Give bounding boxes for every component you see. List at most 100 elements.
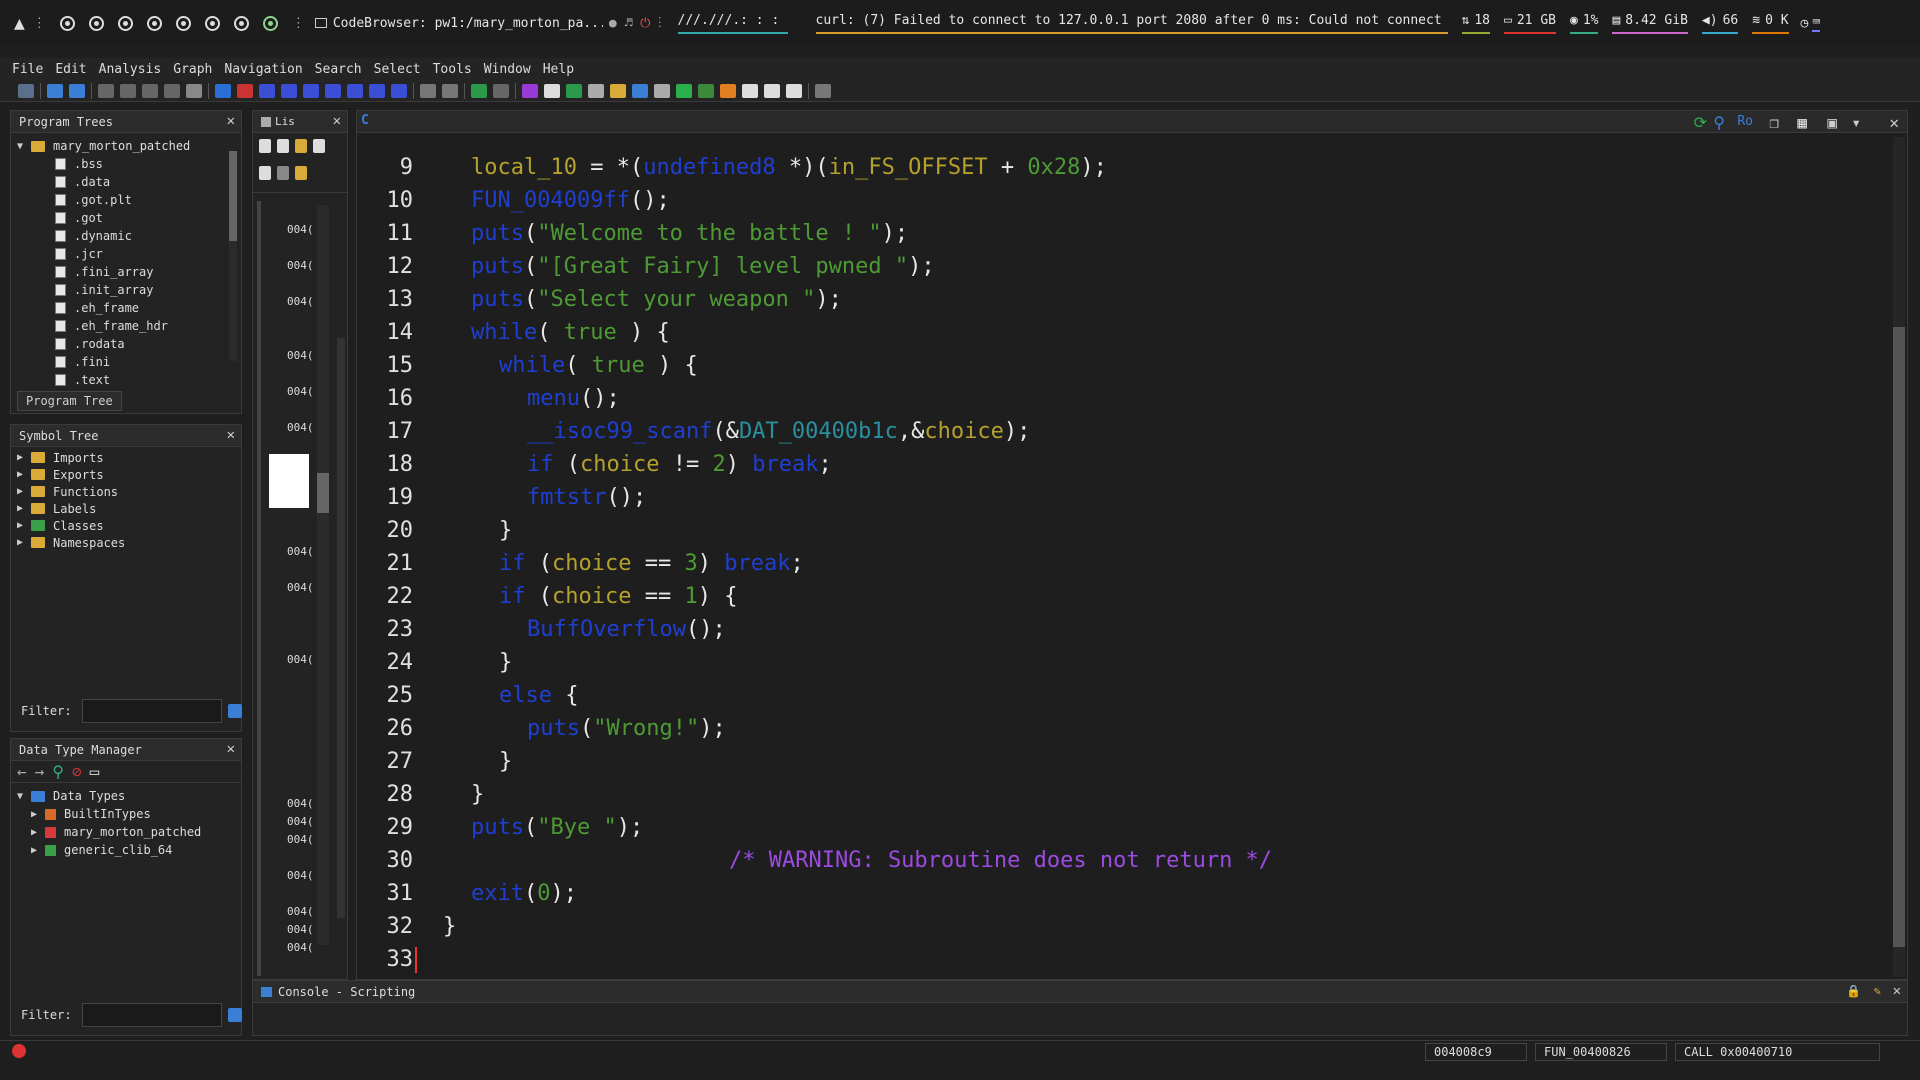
listing-address[interactable]: 004( — [287, 349, 314, 362]
set-data-icon[interactable] — [281, 83, 297, 98]
tree-item[interactable]: ▶ generic_clib_64 — [17, 841, 241, 859]
symbol-filter-input[interactable] — [81, 699, 222, 723]
close-icon[interactable]: ✕ — [227, 113, 235, 129]
code-line[interactable]: 30 /* WARNING: Subroutine does not return… — [357, 844, 1887, 877]
menu-window[interactable]: Window — [484, 62, 531, 77]
listing-scrollbar[interactable] — [317, 205, 329, 945]
close-icon[interactable]: ✕ — [1893, 983, 1901, 999]
code-line[interactable]: 29 puts("Bye "); — [357, 811, 1887, 844]
code-line[interactable]: 12 puts("[Great Fairy] level pwned "); — [357, 250, 1887, 283]
forward-icon[interactable]: → — [35, 762, 45, 781]
workspace-3-icon[interactable] — [117, 15, 133, 31]
tree-item[interactable]: ▶ Namespaces — [17, 534, 241, 551]
workspace-4-icon[interactable] — [146, 15, 162, 31]
chevron-right-icon[interactable]: ▶ — [31, 809, 45, 820]
scrollbar[interactable] — [229, 151, 237, 361]
tree-item[interactable]: ▶ Imports — [17, 449, 241, 466]
listing-address[interactable]: 004( — [287, 223, 314, 236]
terminal-icon[interactable] — [698, 83, 714, 98]
code-line[interactable]: 14 while( true ) { — [357, 316, 1887, 349]
set-function-icon[interactable] — [347, 83, 363, 98]
chevron-right-icon[interactable]: ▶ — [17, 503, 31, 514]
set-volatile-icon[interactable] — [369, 83, 385, 98]
export-icon[interactable]: ▦ — [1797, 113, 1807, 132]
tree-item[interactable]: .fini — [17, 353, 241, 371]
decompile-icon[interactable] — [632, 83, 648, 98]
close-icon[interactable]: ✕ — [333, 113, 341, 129]
panel-title[interactable]: Console - Scripting — [278, 985, 415, 999]
tree-item[interactable]: .rodata — [17, 335, 241, 353]
tree-item[interactable]: ▶ Classes — [17, 517, 241, 534]
tree-item[interactable]: .data — [17, 173, 241, 191]
set-label-icon[interactable] — [325, 83, 341, 98]
plugin-icon[interactable] — [815, 83, 831, 98]
workspace-5-icon[interactable] — [175, 15, 191, 31]
forward-icon[interactable] — [69, 83, 85, 98]
nav-function-icon[interactable] — [142, 83, 158, 98]
bytes-icon[interactable] — [588, 83, 604, 98]
code-line[interactable]: 23 BuffOverflow(); — [357, 613, 1887, 646]
call-tree-icon[interactable] — [654, 83, 670, 98]
chevron-right-icon[interactable]: ▶ — [31, 827, 45, 838]
listing-address[interactable]: 004( — [287, 653, 314, 666]
copy-icon[interactable] — [259, 139, 271, 153]
snapshot-icon[interactable] — [259, 165, 271, 180]
decompiled-code[interactable]: 9 local_10 = *(undefined8 *)(in_FS_OFFSET… — [357, 151, 1887, 976]
chevron-right-icon[interactable]: ▶ — [17, 452, 31, 463]
tree-item[interactable]: .fini_array — [17, 263, 241, 281]
tree-item[interactable]: .got.plt — [17, 191, 241, 209]
paste-icon[interactable] — [277, 139, 289, 153]
lock-icon[interactable]: 🔒 — [1846, 984, 1861, 998]
set-byte-icon[interactable] — [391, 83, 407, 98]
listing-address[interactable]: 004( — [287, 259, 314, 272]
tree-item[interactable]: .eh_frame — [17, 299, 241, 317]
chevron-down-icon[interactable]: ▼ — [17, 141, 31, 152]
field-edit-icon[interactable] — [313, 139, 325, 153]
listing-address[interactable]: 004( — [287, 941, 314, 954]
menu-help[interactable]: Help — [543, 62, 574, 77]
close-icon[interactable]: ✕ — [227, 427, 235, 443]
workspace-8-icon[interactable] — [262, 15, 278, 31]
listing-address[interactable]: 004( — [287, 869, 314, 882]
listing-address[interactable]: 004( — [287, 421, 314, 434]
code-line[interactable]: 15 while( true ) { — [357, 349, 1887, 382]
chevron-down-icon[interactable]: ▼ — [17, 791, 31, 802]
code-line[interactable]: 32} — [357, 910, 1887, 943]
filter-options-icon[interactable] — [227, 1008, 242, 1022]
window-title[interactable]: CodeBrowser: pw1:/mary_morton_pa... — [333, 16, 603, 31]
bookmark-icon[interactable] — [720, 83, 736, 98]
workspace-1-icon[interactable] — [59, 15, 75, 31]
menu-dots-icon[interactable]: ⋮ — [33, 16, 46, 31]
listing-address[interactable]: 004( — [287, 923, 314, 936]
clear-icon[interactable]: ✎ — [1874, 984, 1881, 998]
listing-address[interactable]: 004( — [287, 385, 314, 398]
run-icon[interactable] — [676, 83, 692, 98]
refresh-icon[interactable]: ⟳ — [1694, 113, 1707, 132]
cursor-icon[interactable] — [295, 139, 307, 153]
code-line[interactable]: 9 local_10 = *(undefined8 *)(in_FS_OFFSET… — [357, 151, 1887, 184]
listing-address[interactable]: 004( — [287, 833, 314, 846]
chevron-down-icon[interactable]: ▾ — [1851, 113, 1861, 132]
code-line[interactable]: 19 fmtstr(); — [357, 481, 1887, 514]
tree-root[interactable]: ▼ mary_morton_patched — [17, 137, 241, 155]
code-line[interactable]: 24} — [357, 646, 1887, 679]
refresh-icon[interactable] — [566, 83, 582, 98]
tree-item[interactable]: .jcr — [17, 245, 241, 263]
code-line[interactable]: 16 menu(); — [357, 382, 1887, 415]
tree-item[interactable]: ▶ Labels — [17, 500, 241, 517]
dtm-filter-input[interactable] — [81, 1003, 222, 1027]
workspace-6-icon[interactable] — [204, 15, 220, 31]
code-line[interactable]: 33 — [357, 943, 1887, 976]
listing-address[interactable]: 004( — [287, 905, 314, 918]
check-icon[interactable] — [522, 83, 538, 98]
nav-undefined-icon[interactable] — [186, 83, 202, 98]
filter-options-icon[interactable] — [227, 704, 242, 718]
tree-item[interactable]: .dynamic — [17, 227, 241, 245]
code-line[interactable]: 28} — [357, 778, 1887, 811]
dtm-action-icon[interactable]: ⚲ — [52, 762, 64, 781]
symbol-table-icon[interactable] — [764, 83, 780, 98]
code-line[interactable]: 18 if (choice != 2) break; — [357, 448, 1887, 481]
menu-analysis[interactable]: Analysis — [99, 62, 162, 77]
chevron-right-icon[interactable]: ▶ — [31, 845, 45, 856]
structure-icon[interactable] — [786, 83, 802, 98]
